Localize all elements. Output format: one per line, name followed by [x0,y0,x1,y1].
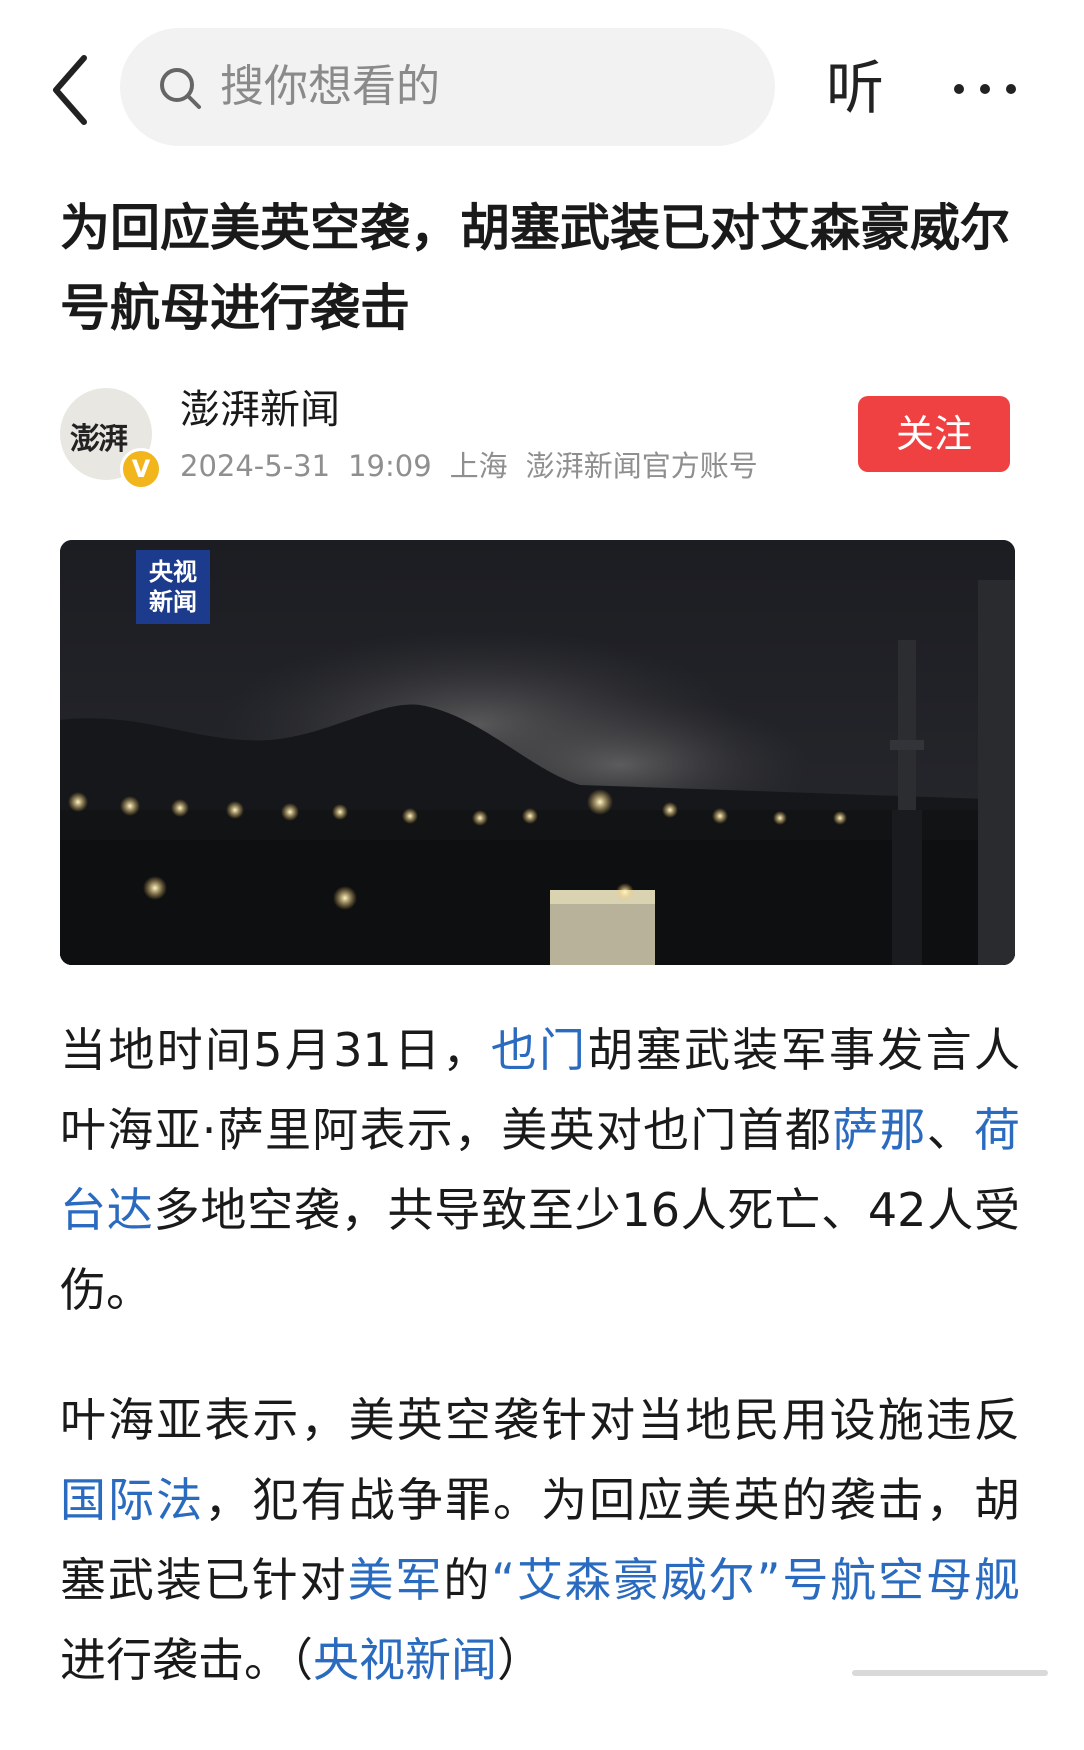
publish-time: 19:09 [348,449,432,483]
follow-button[interactable]: 关注 [858,396,1010,472]
inline-link[interactable]: “艾森豪威尔”号航空母舰 [491,1553,1020,1607]
search-icon [160,68,201,109]
inline-link[interactable]: 萨那 [832,1103,927,1157]
more-button[interactable] [950,62,1020,112]
home-indicator [852,1670,1048,1676]
paragraph-text: 当地时间5月31日， [60,1023,491,1077]
publish-location: 上海 [449,449,508,483]
chevron-left-icon [53,55,87,125]
publish-date: 2024-5-31 [180,449,331,483]
more-dot [980,84,990,94]
paragraph-text: ） [497,1633,543,1687]
paragraph-text: 的 [443,1553,492,1607]
author-row: 澎湃 V 澎湃新闻 2024-5-31 19:09 上海 澎湃新闻官方账号 关注 [60,382,1020,492]
more-dot [954,84,964,94]
account-type: 澎湃新闻官方账号 [525,449,758,483]
inline-link[interactable]: 央视新闻 [313,1633,497,1687]
more-dot [1006,84,1016,94]
top-bar: 搜你想看的 听 [0,0,1084,160]
paragraph-text: 、 [926,1103,975,1157]
inline-link[interactable]: 国际法 [60,1473,204,1527]
cctv-news-logo: 央视 新闻 [136,550,210,624]
paragraph-text: 多地空袭，共导致至少16人死亡、42人受伤。 [60,1183,1020,1317]
paragraph-text: 叶海亚表示，美英空袭针对当地民用设施违反 [60,1393,1020,1447]
source-name[interactable]: 澎湃新闻 [180,382,340,438]
verified-badge-icon: V [120,448,162,490]
article-meta: 2024-5-31 19:09 上海 澎湃新闻官方账号 [180,446,776,486]
article-title: 为回应美英空袭，胡塞武装已对艾森豪威尔号航母进行袭击 [60,199,1010,337]
listen-button[interactable]: 听 [826,48,884,128]
search-placeholder: 搜你想看的 [220,61,440,112]
search-input[interactable]: 搜你想看的 [120,28,775,146]
article-paragraph: 当地时间5月31日，也门胡塞武装军事发言人叶海亚·萨里阿表示，美英对也门首都萨那… [60,1010,1020,1330]
article-paragraph: 叶海亚表示，美英空袭针对当地民用设施违反国际法，犯有战争罪。为回应美英的袭击，胡… [60,1380,1020,1700]
paragraph-text: 进行袭击。（ [60,1633,313,1687]
inline-link[interactable]: 也门 [491,1023,588,1077]
article-image[interactable]: 央视 新闻 [60,540,1015,965]
inline-link[interactable]: 美军 [348,1553,444,1607]
cctv-logo-line1: 央视 [149,558,197,586]
avatar-mark: 澎湃 [70,422,128,457]
article-body: 当地时间5月31日，也门胡塞武装军事发言人叶海亚·萨里阿表示，美英对也门首都萨那… [60,1010,1020,1750]
cctv-logo-line2: 新闻 [149,588,197,616]
back-button[interactable] [48,50,98,130]
